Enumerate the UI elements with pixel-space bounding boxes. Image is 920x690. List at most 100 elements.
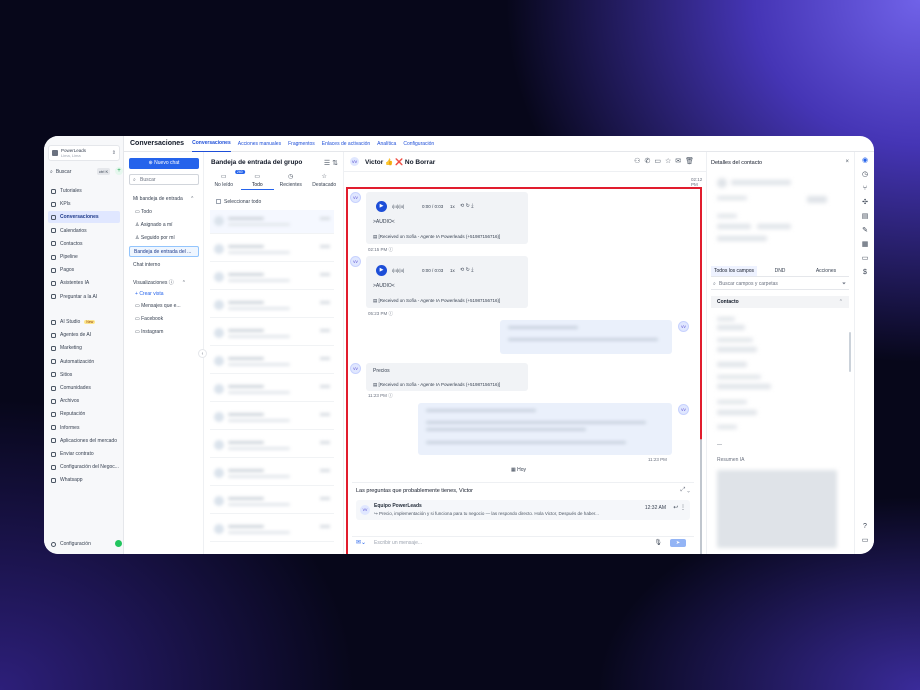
calendar-icon[interactable]: ▦ xyxy=(861,241,869,249)
close-icon[interactable]: × xyxy=(845,159,849,165)
new-chat-button[interactable]: ⊕ Nuevo chat xyxy=(129,158,199,169)
sidebar-item-whatsapp[interactable]: Whatsapp xyxy=(48,474,120,486)
suggestion-item[interactable]: VV Equipo PowerLeads ↪ Precio, implement… xyxy=(356,500,690,520)
create-view-link[interactable]: + Crear vista xyxy=(135,291,164,297)
view-item-facebook[interactable]: ▭ Facebook xyxy=(135,316,163,322)
views-header[interactable]: Visualizaciones ⓘ ⌃ xyxy=(133,279,186,286)
sidebar-item-comunidades[interactable]: Comunidades xyxy=(48,382,120,394)
edit-icon[interactable]: ✎ xyxy=(861,227,869,235)
conversation-row[interactable] xyxy=(210,210,334,234)
sidebar-item-marketing[interactable]: Marketing xyxy=(48,342,120,354)
inbox-item-assigned[interactable]: ♙ Asignado a mí xyxy=(135,222,173,228)
sidebar-item-configuraci-n-del-negoc-[interactable]: Configuración del Negoc... xyxy=(48,461,120,473)
view-item[interactable]: ▭ Mensajes que e... xyxy=(135,303,181,309)
tab-starred[interactable]: ☆ Destacado xyxy=(308,172,342,190)
conversation-row[interactable] xyxy=(210,406,334,430)
message-input[interactable]: Escribir un mensaje... xyxy=(374,540,422,546)
help-icon[interactable]: ? xyxy=(861,523,869,531)
sidebar-item-aplicaciones-del-mercado[interactable]: Aplicaciones del mercado xyxy=(48,435,120,447)
sidebar-search[interactable]: ⌕ Buscar ctrl K + xyxy=(48,167,123,176)
sort-icon[interactable]: ⇅ xyxy=(332,160,338,167)
folder-icon[interactable]: ▭ xyxy=(654,158,665,165)
sidebar-item-enviar-contrato[interactable]: Enviar contrato xyxy=(48,448,120,460)
collapse-panel-button[interactable]: ‹ xyxy=(198,349,207,358)
playback-speed[interactable]: 1x xyxy=(450,204,455,209)
trash-icon[interactable]: 🗑 xyxy=(685,158,698,165)
replay-icon[interactable]: ↻ xyxy=(466,267,470,273)
sidebar-item-archivos[interactable]: Archivos xyxy=(48,395,120,407)
chat-scrollbar[interactable] xyxy=(700,439,702,554)
more-icon[interactable]: ⋮ xyxy=(680,505,686,511)
conversation-row[interactable] xyxy=(210,462,334,486)
tab-all-fields[interactable]: Todos los campos xyxy=(711,266,757,276)
view-item-instagram[interactable]: ▭ Instagram xyxy=(135,329,163,335)
sidebar-item-pipeline[interactable]: Pipeline xyxy=(48,251,120,263)
play-icon[interactable]: ▶ xyxy=(376,201,387,212)
conversation-row[interactable] xyxy=(210,434,334,458)
quick-add-button[interactable]: + xyxy=(115,167,123,175)
account-switcher[interactable]: PowerLeads Lima, Lima ⇕ xyxy=(48,145,120,161)
sidebar-item-tutoriales[interactable]: Tutoriales xyxy=(48,185,120,197)
details-scrollbar[interactable] xyxy=(849,332,851,372)
tab-recent[interactable]: ◷ Recientes xyxy=(274,172,308,190)
conversation-row[interactable] xyxy=(210,350,334,374)
expand-icon[interactable]: ⤢ xyxy=(681,487,686,493)
tab-unread[interactable]: ▭ 260 No leído xyxy=(207,170,245,190)
sidebar-item-pagos[interactable]: Pagos xyxy=(48,264,120,276)
inbox-item-following[interactable]: ♙ Seguido por mí xyxy=(135,235,175,241)
tab-actions[interactable]: Acciones xyxy=(803,266,849,276)
sidebar-item-kpis[interactable]: KPIs xyxy=(48,198,120,210)
inbox-search-input[interactable]: ⌕ Buscar xyxy=(129,174,199,185)
sidebar-item-preguntar-a-la-ai[interactable]: Preguntar a la AI xyxy=(48,291,120,303)
my-inbox-header[interactable]: Mi bandeja de entrada ⌃ xyxy=(133,196,194,202)
tab-enlaces[interactable]: Enlaces de activación xyxy=(322,136,370,152)
call-icon[interactable]: ✆ xyxy=(644,158,654,165)
email-channel-icon[interactable]: ✉⌄ xyxy=(356,539,366,546)
tab-all[interactable]: ▭ Todo xyxy=(240,172,274,190)
sidebar-item-asistentes-ia[interactable]: Asistentes IA xyxy=(48,277,120,289)
assign-icon[interactable]: ⚇ xyxy=(634,158,644,165)
select-all-checkbox[interactable] xyxy=(216,199,221,204)
conversation-row[interactable] xyxy=(210,490,334,514)
filter-icon[interactable]: ☰ xyxy=(324,160,330,167)
fields-search-input[interactable]: ⌕ Buscar campos y carpetas ⏷ xyxy=(711,280,849,290)
user-circle-icon[interactable]: ◉ xyxy=(861,157,869,165)
sidebar-item-agentes-de-ai[interactable]: Agentes de AI xyxy=(48,329,120,341)
conversation-row[interactable] xyxy=(210,518,334,542)
inbox-item-internal-chat[interactable]: Chat interno xyxy=(133,262,160,268)
conversation-row[interactable] xyxy=(210,266,334,290)
conversation-row[interactable] xyxy=(210,238,334,262)
clock-icon[interactable]: ◷ xyxy=(861,171,869,179)
dollar-icon[interactable]: $ xyxy=(861,269,869,277)
conversation-row[interactable] xyxy=(210,378,334,402)
sidebar-item-calendarios[interactable]: Calendarios xyxy=(48,225,120,237)
send-button[interactable]: ➤ xyxy=(670,539,686,547)
sidebar-item-sitios[interactable]: Sitios xyxy=(48,369,120,381)
mic-icon[interactable]: 🎙 xyxy=(654,539,662,546)
conversation-row[interactable] xyxy=(210,294,334,318)
tab-configuracion[interactable]: Configuración xyxy=(403,136,434,152)
document-icon[interactable]: ▭ xyxy=(861,255,869,263)
contact-avatar[interactable]: VV xyxy=(350,157,359,166)
reply-icon[interactable]: ↩ xyxy=(673,505,678,511)
tab-analitica[interactable]: Analítica xyxy=(377,136,396,152)
tab-acciones-manuales[interactable]: Acciones manuales xyxy=(238,136,281,152)
chat-icon[interactable]: ▭ xyxy=(861,537,869,545)
sidebar-item-ai-studio[interactable]: AI Studio New xyxy=(48,316,120,328)
tab-fragmentos[interactable]: Fragmentos xyxy=(288,136,315,152)
tab-conversaciones[interactable]: Conversaciones xyxy=(192,136,231,152)
rewind-icon[interactable]: ⟲ xyxy=(460,203,464,209)
download-icon[interactable]: ⤓ xyxy=(471,203,473,209)
sidebar-item-reputaci-n[interactable]: Reputación xyxy=(48,408,120,420)
clipboard-icon[interactable]: ▤ xyxy=(861,213,869,221)
download-icon[interactable]: ⤓ xyxy=(471,267,473,273)
filter-icon[interactable]: ⏷ xyxy=(842,280,846,289)
sidebar-item-contactos[interactable]: Contactos xyxy=(48,238,120,250)
sidebar-item-configuracion[interactable]: Configuración xyxy=(48,538,120,550)
inbox-item-group[interactable]: Bandeja de entrada del ... xyxy=(129,246,199,257)
star-icon[interactable]: ☆ xyxy=(665,158,675,165)
sidebar-item-automatizaci-n[interactable]: Automatización xyxy=(48,356,120,368)
share-icon[interactable]: ⑂ xyxy=(861,185,869,193)
replay-icon[interactable]: ↻ xyxy=(466,203,470,209)
conversation-row[interactable] xyxy=(210,322,334,346)
